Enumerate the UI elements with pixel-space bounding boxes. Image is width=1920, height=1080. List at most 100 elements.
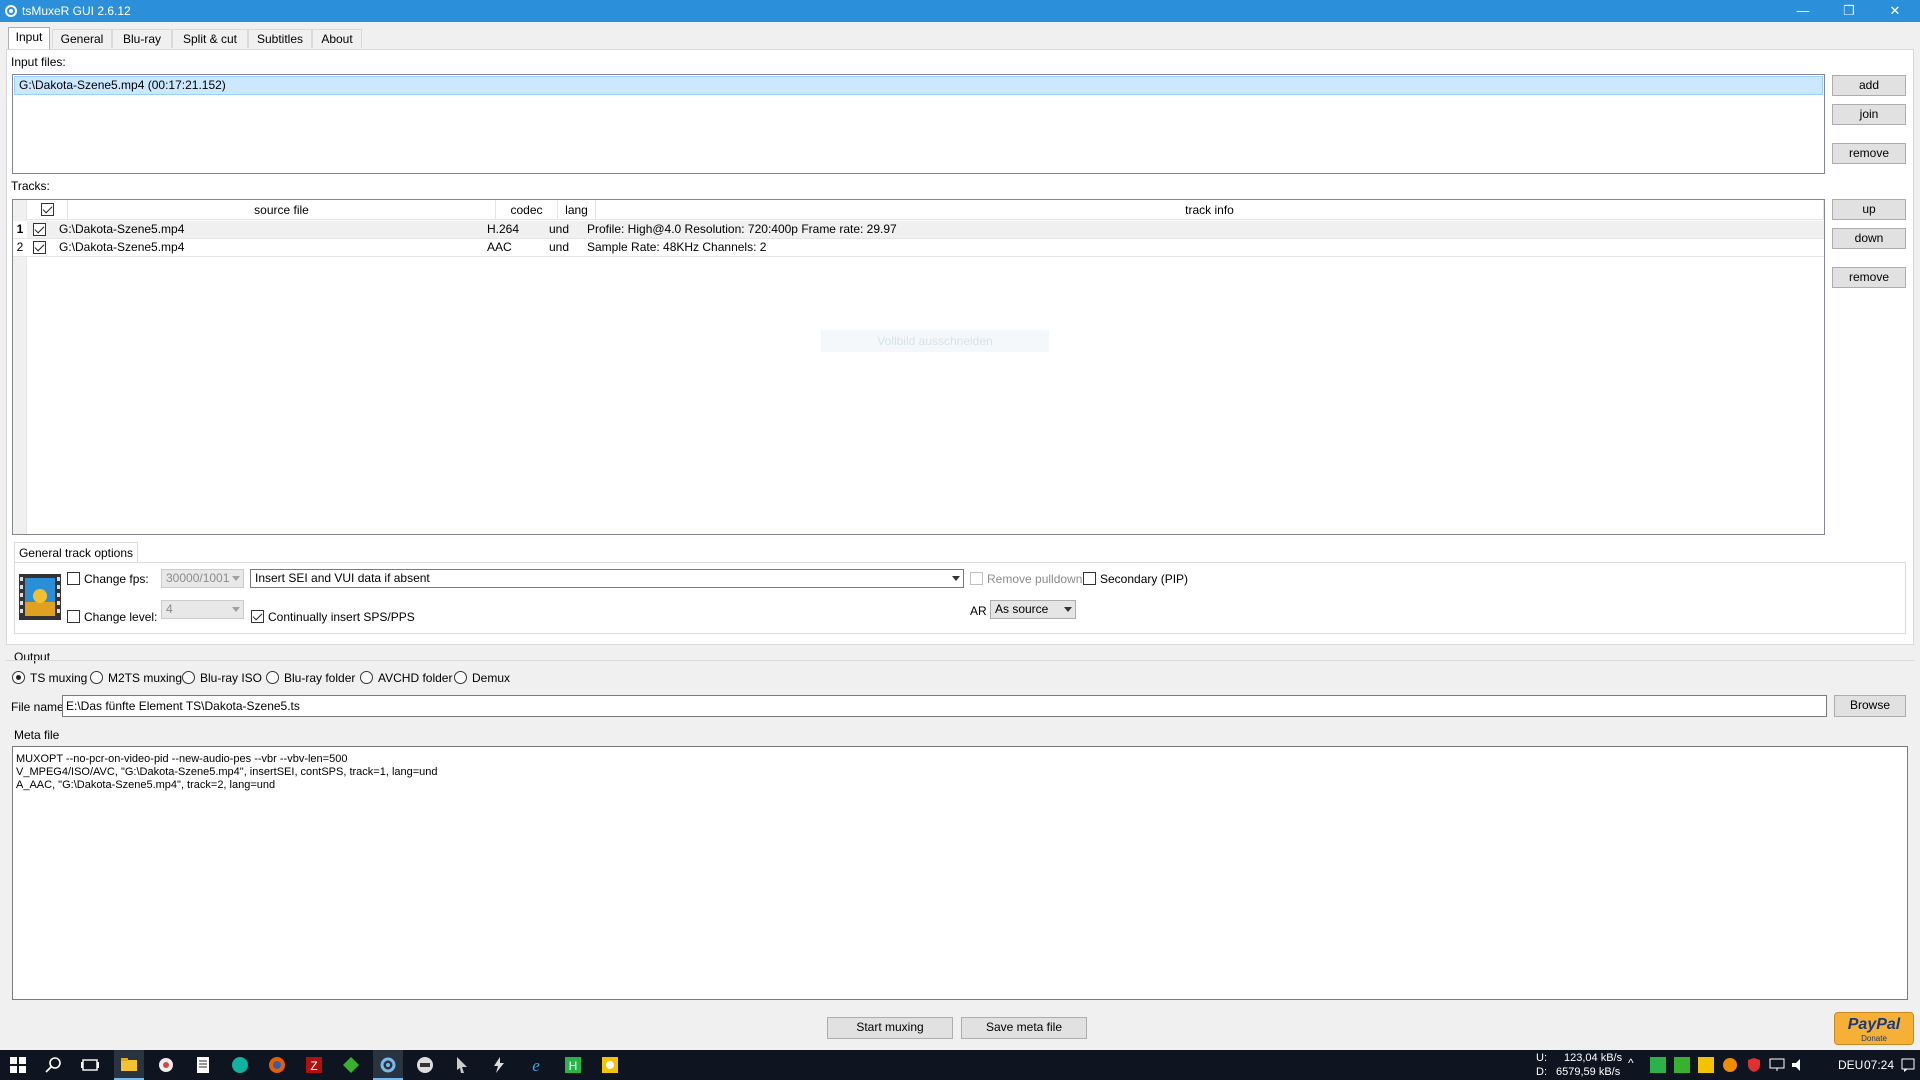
tab-input[interactable]: Input <box>8 27 50 49</box>
close-button[interactable]: ✕ <box>1872 0 1918 22</box>
internet-explorer-icon[interactable]: e <box>526 1055 546 1075</box>
file-name-label: File name <box>11 700 64 714</box>
save-meta-file-button[interactable]: Save meta file <box>961 1017 1087 1039</box>
tab-subtitles[interactable]: Subtitles <box>248 29 312 48</box>
network-icon[interactable] <box>1768 1057 1786 1073</box>
column-lang[interactable]: lang <box>558 200 596 220</box>
task-view-icon[interactable] <box>80 1055 100 1075</box>
green-arrows-icon[interactable] <box>341 1055 361 1075</box>
restore-button[interactable]: ❐ <box>1826 0 1872 22</box>
tray-h-icon[interactable] <box>1650 1057 1666 1073</box>
paypal-donate-button[interactable]: PayPal Donate <box>1834 1012 1914 1045</box>
media-player-icon[interactable] <box>415 1055 435 1075</box>
file-explorer-icon[interactable] <box>119 1055 139 1075</box>
remove-pulldown-checkbox[interactable] <box>970 572 983 585</box>
remove-file-button[interactable]: remove <box>1832 143 1906 164</box>
tsmuxer-gear-icon[interactable] <box>378 1055 398 1075</box>
lightning-icon[interactable] <box>489 1055 509 1075</box>
radio-m2ts-muxing[interactable] <box>90 671 103 684</box>
chevron-down-icon <box>952 576 960 581</box>
yellow-app-icon[interactable] <box>600 1055 620 1075</box>
tray-orange-icon[interactable] <box>1722 1057 1738 1073</box>
column-track-info[interactable]: track info <box>596 200 1824 220</box>
input-files-label: Input files: <box>11 55 66 69</box>
track-checkbox[interactable] <box>33 241 46 254</box>
app-icon[interactable] <box>156 1055 176 1075</box>
meta-line: MUXOPT --no-pcr-on-video-pid --new-audio… <box>16 753 348 765</box>
change-fps-checkbox[interactable] <box>67 572 80 585</box>
secondary-pip-checkbox[interactable] <box>1083 572 1096 585</box>
file-name-input[interactable]: E:\Das fünfte Element TS\Dakota-Szene5.t… <box>62 695 1827 717</box>
tab-general-track-options[interactable]: General track options <box>14 542 138 563</box>
join-button[interactable]: join <box>1832 104 1906 125</box>
up-button[interactable]: up <box>1832 199 1906 220</box>
select-all-checkbox[interactable] <box>41 203 54 216</box>
change-level-checkbox[interactable] <box>67 610 80 623</box>
table-row[interactable]: 1 G:\Dakota-Szene5.mp4 H.264 und Profile… <box>13 221 1824 239</box>
output-label: Output <box>14 650 51 664</box>
tray-yellow-icon[interactable] <box>1698 1057 1714 1073</box>
radio-ts-muxing[interactable] <box>12 671 25 684</box>
avchd-folder-label: AVCHD folder <box>378 671 453 685</box>
net-up-value: 123,04 kB/s <box>1564 1052 1623 1064</box>
column-source-file[interactable]: source file <box>68 200 496 220</box>
net-down-value: 6579,59 kB/s <box>1556 1066 1621 1078</box>
continually-insert-checkbox[interactable] <box>251 610 264 623</box>
input-file-item: G:\Dakota-Szene5.mp4 (00:17:21.152) <box>19 78 226 92</box>
tab-about[interactable]: About <box>312 29 362 48</box>
net-down-label: D: <box>1536 1066 1547 1078</box>
table-row[interactable]: 2 G:\Dakota-Szene5.mp4 AAC und Sample Ra… <box>13 239 1824 257</box>
output-divider <box>6 660 1914 661</box>
sei-select[interactable]: Insert SEI and VUI data if absent <box>250 569 964 588</box>
tracks-table[interactable]: source file codec lang track info 1 G:\D… <box>12 199 1825 535</box>
filezilla-icon[interactable]: Z <box>304 1055 324 1075</box>
chevron-up-icon[interactable]: ^ <box>1628 1056 1634 1070</box>
clock[interactable]: 07:24 <box>1864 1058 1894 1072</box>
radio-blu-ray-folder[interactable] <box>266 671 279 684</box>
radio-blu-ray-iso[interactable] <box>182 671 195 684</box>
tab-general[interactable]: General <box>52 29 112 48</box>
remove-track-button[interactable]: remove <box>1832 267 1906 288</box>
meta-file-textarea[interactable]: MUXOPT --no-pcr-on-video-pid --new-audio… <box>12 746 1908 1000</box>
search-icon[interactable] <box>44 1055 64 1075</box>
video-film-icon <box>19 574 61 620</box>
cursor-tool-icon[interactable] <box>452 1055 472 1075</box>
windows-start-icon[interactable] <box>8 1055 28 1075</box>
input-files-list[interactable]: G:\Dakota-Szene5.mp4 (00:17:21.152) <box>12 74 1825 174</box>
minimize-button[interactable]: — <box>1780 0 1826 22</box>
column-codec[interactable]: codec <box>496 200 558 220</box>
browse-button[interactable]: Browse <box>1834 695 1906 717</box>
tray-green-icon[interactable] <box>1674 1057 1690 1073</box>
notepad-icon[interactable] <box>193 1055 213 1075</box>
svg-text:Z: Z <box>310 1059 317 1073</box>
radio-avchd-folder[interactable] <box>360 671 373 684</box>
chevron-down-icon <box>1064 607 1072 612</box>
level-select[interactable]: 4 <box>161 600 244 619</box>
track-info: Sample Rate: 48KHz Channels: 2 <box>587 240 767 254</box>
title-bar: tsMuxeR GUI 2.6.12 — ❐ ✕ <box>0 0 1920 22</box>
track-lang: und <box>549 222 570 236</box>
volume-icon[interactable] <box>1790 1057 1808 1073</box>
ghost-tooltip: Vollbild ausschneiden <box>821 330 1049 352</box>
blu-ray-folder-label: Blu-ray folder <box>284 671 356 685</box>
language-indicator[interactable]: DEU <box>1838 1058 1863 1072</box>
teal-app-icon[interactable] <box>230 1055 250 1075</box>
notification-icon[interactable] <box>1900 1057 1916 1073</box>
add-button[interactable]: add <box>1832 75 1906 96</box>
fps-select[interactable]: 30000/1001 <box>161 569 244 588</box>
tab-split-cut[interactable]: Split & cut <box>172 29 248 48</box>
tab-blu-ray[interactable]: Blu-ray <box>112 29 172 48</box>
row-number: 1 <box>13 221 27 238</box>
firefox-icon[interactable] <box>267 1055 287 1075</box>
radio-demux[interactable] <box>454 671 467 684</box>
start-muxing-button[interactable]: Start muxing <box>827 1017 953 1039</box>
demux-label: Demux <box>472 671 511 685</box>
down-button[interactable]: down <box>1832 228 1906 249</box>
list-item[interactable]: G:\Dakota-Szene5.mp4 (00:17:21.152) <box>14 76 1823 95</box>
header-select-all[interactable] <box>27 200 68 220</box>
ar-select[interactable]: As source <box>990 600 1076 619</box>
shield-icon[interactable] <box>1746 1057 1762 1073</box>
green-h-icon[interactable]: H <box>563 1055 583 1075</box>
track-checkbox[interactable] <box>33 223 46 236</box>
chevron-down-icon <box>232 576 240 581</box>
